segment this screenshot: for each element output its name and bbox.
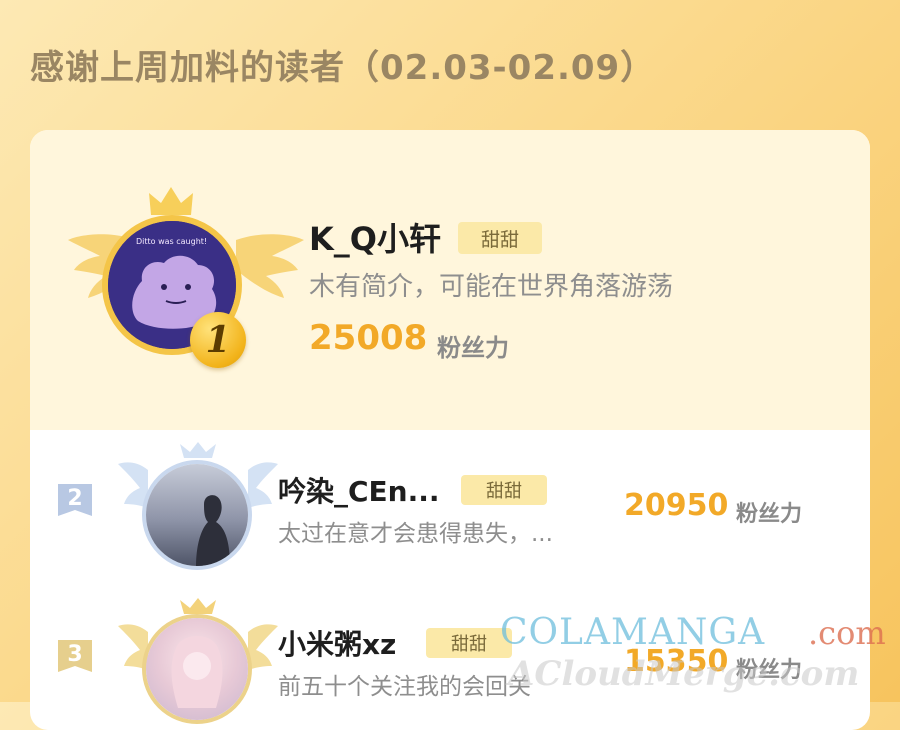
reader-2-score: 20950 [624, 488, 729, 523]
reader-3-bio: 前五十个关注我的会回关 [278, 674, 531, 700]
watermark-domain: .com [808, 614, 886, 652]
reader-2-name[interactable]: 吟染_CEn... [278, 470, 440, 510]
reader-2-tag: 甜甜 [461, 475, 547, 505]
portrait-icon [196, 495, 230, 566]
rank-3-avatar[interactable] [146, 618, 248, 720]
rank-2-avatar[interactable] [146, 464, 248, 566]
reader-1-name[interactable]: K_Q小轩 [309, 214, 441, 260]
watermark-line-2: ACloudMerge.com [508, 654, 860, 694]
reader-1-score-unit: 粉丝力 [437, 334, 509, 362]
page-title: 感谢上周加料的读者（02.03-02.09） [30, 48, 656, 88]
reader-2-score-unit: 粉丝力 [736, 502, 803, 527]
reader-1-bio: 木有简介，可能在世界角落游荡 [309, 272, 674, 302]
rank-1-medal: 1 [190, 312, 246, 368]
reader-1-tag: 甜甜 [458, 222, 542, 254]
reader-1-score: 25008 [309, 318, 428, 358]
right-wing-icon [236, 234, 304, 298]
anime-portrait-icon [171, 636, 223, 708]
reader-3-name[interactable]: 小米粥xz [278, 623, 396, 663]
avatar-caption: Ditto was caught! [136, 237, 208, 246]
watermark-brand: COLAMANGA [500, 612, 766, 653]
watermark-line-1: COLAMANGA [500, 612, 765, 653]
rank-2-number: 2 [67, 485, 83, 511]
reader-2-bio: 太过在意才会患得患失，... [278, 521, 553, 547]
rank-3-number: 3 [67, 641, 83, 667]
crown-icon [149, 187, 193, 215]
